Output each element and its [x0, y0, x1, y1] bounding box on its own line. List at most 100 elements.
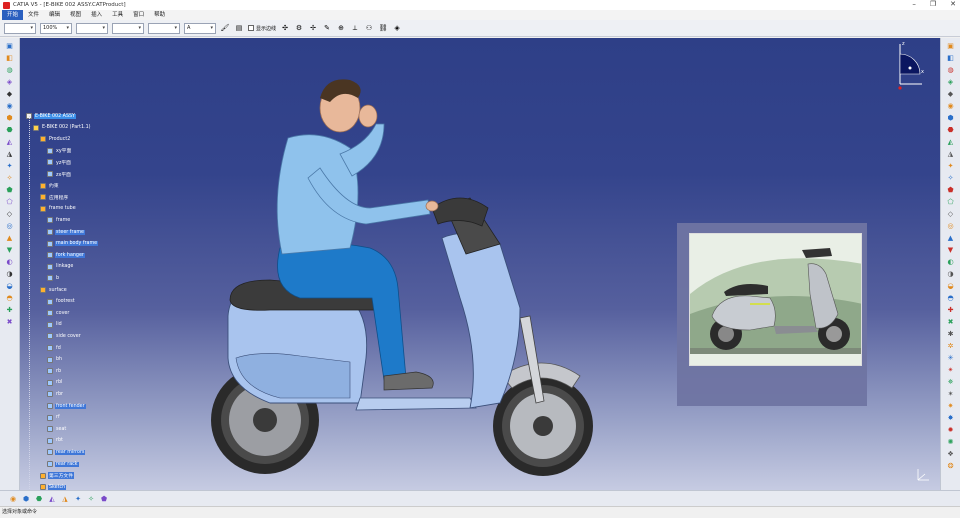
tree-node[interactable]: b [47, 274, 60, 282]
tree-node[interactable]: yz平面 [47, 158, 72, 166]
light-icon[interactable]: ✲ [946, 341, 956, 350]
angle-icon[interactable]: ✦ [73, 494, 83, 504]
zoom-out-icon[interactable]: ◉ [946, 101, 956, 110]
tree-node[interactable]: rb [47, 367, 62, 375]
plane-icon[interactable]: ✺ [946, 437, 956, 446]
symmetry-icon[interactable]: ✚ [946, 305, 956, 314]
fillet-icon[interactable]: ◇ [5, 209, 15, 218]
coincidence-icon[interactable]: ⬣ [34, 494, 44, 504]
compass-widget[interactable]: z x [888, 40, 928, 94]
tree-node[interactable]: cover [47, 309, 70, 317]
measure-icon[interactable]: ◑ [5, 269, 15, 278]
render-icon[interactable]: ◈ [392, 23, 402, 33]
shell-icon[interactable]: ✧ [5, 173, 15, 182]
tree-node[interactable]: rbl [47, 379, 63, 387]
tree-node[interactable]: bh [47, 356, 63, 364]
shaft-icon[interactable]: ◆ [5, 89, 15, 98]
tree-node[interactable]: surface [40, 286, 68, 294]
normal-view-icon[interactable]: ⬢ [946, 113, 956, 122]
axis-icon[interactable]: ✹ [946, 425, 956, 434]
menu-item[interactable]: 工具 [107, 10, 128, 20]
tree-node[interactable]: linkage [47, 263, 74, 271]
rib-icon[interactable]: ⬣ [5, 125, 15, 134]
tree-node[interactable]: rear rack [47, 460, 79, 468]
pocket-icon[interactable]: ◈ [5, 77, 15, 86]
tree-node[interactable]: frame [47, 216, 71, 224]
plane-icon[interactable]: ✚ [5, 305, 15, 314]
loft-icon[interactable]: ✦ [5, 161, 15, 170]
fly-icon[interactable]: ▣ [946, 41, 956, 50]
material-icon[interactable]: ✳ [946, 353, 956, 362]
line-weight-combo[interactable]: ▾ [112, 22, 144, 34]
sketcher-icon[interactable]: ✧ [946, 173, 956, 182]
color-combo[interactable]: ▾ [148, 22, 180, 34]
tree-node[interactable]: frame tube [40, 205, 77, 213]
pad-icon[interactable]: ⬟ [946, 185, 956, 194]
boolean-icon[interactable]: ◒ [5, 281, 15, 290]
groove-icon[interactable]: ◉ [5, 101, 15, 110]
menu-item[interactable]: 编辑 [44, 10, 65, 20]
show-edges-checkbox[interactable]: 显示边线 [248, 25, 276, 32]
tree-node[interactable]: xy平面 [47, 147, 72, 155]
apply-material-icon[interactable]: ✴ [946, 365, 956, 374]
thickness-icon[interactable]: ⬟ [5, 185, 15, 194]
tree-node[interactable]: lid [47, 321, 63, 329]
scale-icon[interactable]: ◐ [5, 257, 15, 266]
hole-icon[interactable]: ◇ [946, 209, 956, 218]
select-icon[interactable]: ▣ [5, 41, 15, 50]
fix-icon[interactable]: ⬢ [21, 494, 31, 504]
tree-node[interactable]: 第三方文件 [40, 472, 74, 480]
hide-show-icon[interactable]: ◮ [946, 149, 956, 158]
pan-icon[interactable]: ◍ [946, 65, 956, 74]
restore-button[interactable]: ❐ [930, 0, 936, 8]
analysis-icon[interactable]: ⊕ [336, 23, 346, 33]
tree-node[interactable]: rf [47, 414, 61, 422]
zoom-combo[interactable]: 100% ▾ [40, 22, 72, 34]
draft-icon[interactable]: ⬠ [5, 197, 15, 206]
hole-icon[interactable]: ⬢ [5, 113, 15, 122]
tree-node[interactable]: rear mirrors [47, 448, 86, 456]
sketch-icon[interactable]: ◧ [5, 53, 15, 62]
reference-image[interactable] [689, 233, 862, 366]
scale-icon[interactable]: ✖ [946, 317, 956, 326]
stiffener-icon[interactable]: ◮ [5, 149, 15, 158]
link-icon[interactable]: ⛓ [378, 23, 388, 33]
close-button[interactable]: ✕ [950, 0, 956, 8]
rotate-part-icon[interactable]: ◓ [946, 293, 956, 302]
offset-icon[interactable]: ◮ [60, 494, 70, 504]
compass-handle[interactable] [908, 66, 912, 70]
font-combo[interactable]: A ▾ [184, 22, 216, 34]
contact-icon[interactable]: ◭ [47, 494, 57, 504]
menu-item[interactable]: 窗口 [128, 10, 149, 20]
group-icon[interactable]: ⚇ [364, 23, 374, 33]
minimize-button[interactable]: – [912, 0, 916, 8]
shell-icon[interactable]: ▼ [946, 245, 956, 254]
section-icon[interactable]: ✶ [946, 389, 956, 398]
tree-node[interactable]: front fender [47, 402, 86, 410]
swap-space-icon[interactable]: ✦ [946, 161, 956, 170]
tree-node[interactable]: rbt [47, 437, 64, 445]
split-icon[interactable]: ◑ [946, 269, 956, 278]
3d-viewport[interactable]: E-BIKE 002 ASSY E-BIKE 002 (Part1.1) Produ… [20, 38, 940, 490]
tree-node[interactable]: fd [47, 344, 62, 352]
translate-icon[interactable]: ◒ [946, 281, 956, 290]
tree-node[interactable]: steer frame [47, 228, 86, 236]
shading-icon[interactable]: ◭ [946, 137, 956, 146]
menu-item[interactable]: 文件 [23, 10, 44, 20]
highlight-icon[interactable]: ✎ [322, 23, 332, 33]
tree-node[interactable]: Sketch [40, 483, 67, 490]
tree-node[interactable]: fork hanger [47, 251, 85, 259]
point-icon[interactable]: ✖ [5, 317, 15, 326]
line-icon[interactable]: ❂ [946, 461, 956, 470]
line-type-combo[interactable]: ▾ [76, 22, 108, 34]
properties-icon[interactable]: ▤ [234, 23, 244, 33]
tree-node[interactable]: 应用程序 [40, 193, 69, 201]
settings-icon[interactable]: ⚙ [294, 23, 304, 33]
tree-node[interactable]: footrest [47, 298, 76, 306]
analysis-icon[interactable]: ✵ [946, 377, 956, 386]
thread-icon[interactable]: ◐ [946, 257, 956, 266]
fit-all-icon[interactable]: ◧ [946, 53, 956, 62]
menu-item[interactable]: 插入 [86, 10, 107, 20]
scooter-rider-model[interactable] [170, 58, 620, 478]
layer-combo[interactable]: ▾ [4, 22, 36, 34]
